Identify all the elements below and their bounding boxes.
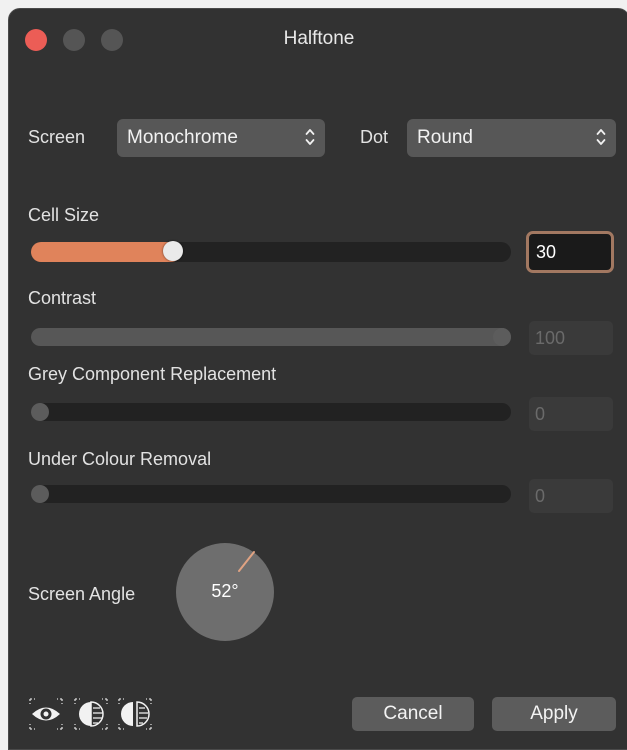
ucr-field[interactable]: 0	[529, 479, 613, 513]
chevron-updown-icon	[305, 129, 315, 145]
window-title: Halftone	[283, 28, 355, 49]
screen-label: Screen	[28, 127, 86, 147]
contrast-slider-fill	[31, 328, 511, 346]
contrast-slider[interactable]	[31, 328, 511, 346]
cell-size-slider-knob[interactable]	[163, 241, 183, 261]
cell-size-field[interactable]: 30	[526, 231, 614, 273]
contrast-label: Contrast	[28, 288, 97, 308]
gcr-field[interactable]: 0	[529, 397, 613, 431]
preview-eye-icon[interactable]	[28, 696, 64, 732]
screen-select-value: Monochrome	[127, 127, 238, 148]
contrast-field[interactable]: 100	[529, 321, 613, 355]
mirror-compare-icon[interactable]	[117, 696, 153, 732]
cell-size-slider[interactable]	[31, 241, 511, 262]
cancel-button[interactable]: Cancel	[352, 697, 474, 731]
split-compare-icon[interactable]	[73, 696, 109, 732]
screen-angle-dial[interactable]: 52°	[176, 543, 274, 641]
screen-select[interactable]: Monochrome	[117, 119, 325, 157]
gcr-label: Grey Component Replacement	[28, 364, 277, 384]
ucr-slider-knob[interactable]	[31, 485, 49, 503]
chevron-updown-icon	[596, 129, 606, 145]
ucr-label: Under Colour Removal	[28, 449, 212, 469]
gcr-slider-knob[interactable]	[31, 403, 49, 421]
screen-angle-label: Screen Angle	[28, 584, 136, 604]
cell-size-slider-fill	[31, 242, 181, 262]
apply-button[interactable]: Apply	[492, 697, 616, 731]
dot-select-value: Round	[417, 127, 473, 148]
ucr-slider[interactable]	[31, 485, 511, 503]
contrast-slider-knob[interactable]	[493, 328, 511, 346]
gcr-slider[interactable]	[31, 403, 511, 421]
dot-select[interactable]: Round	[407, 119, 616, 157]
dot-label: Dot	[360, 127, 389, 147]
cell-size-label: Cell Size	[28, 205, 100, 225]
halftone-dialog: Halftone Screen Monochrome Dot Round Cel…	[8, 8, 627, 750]
screen-angle-value: 52°	[211, 581, 239, 601]
